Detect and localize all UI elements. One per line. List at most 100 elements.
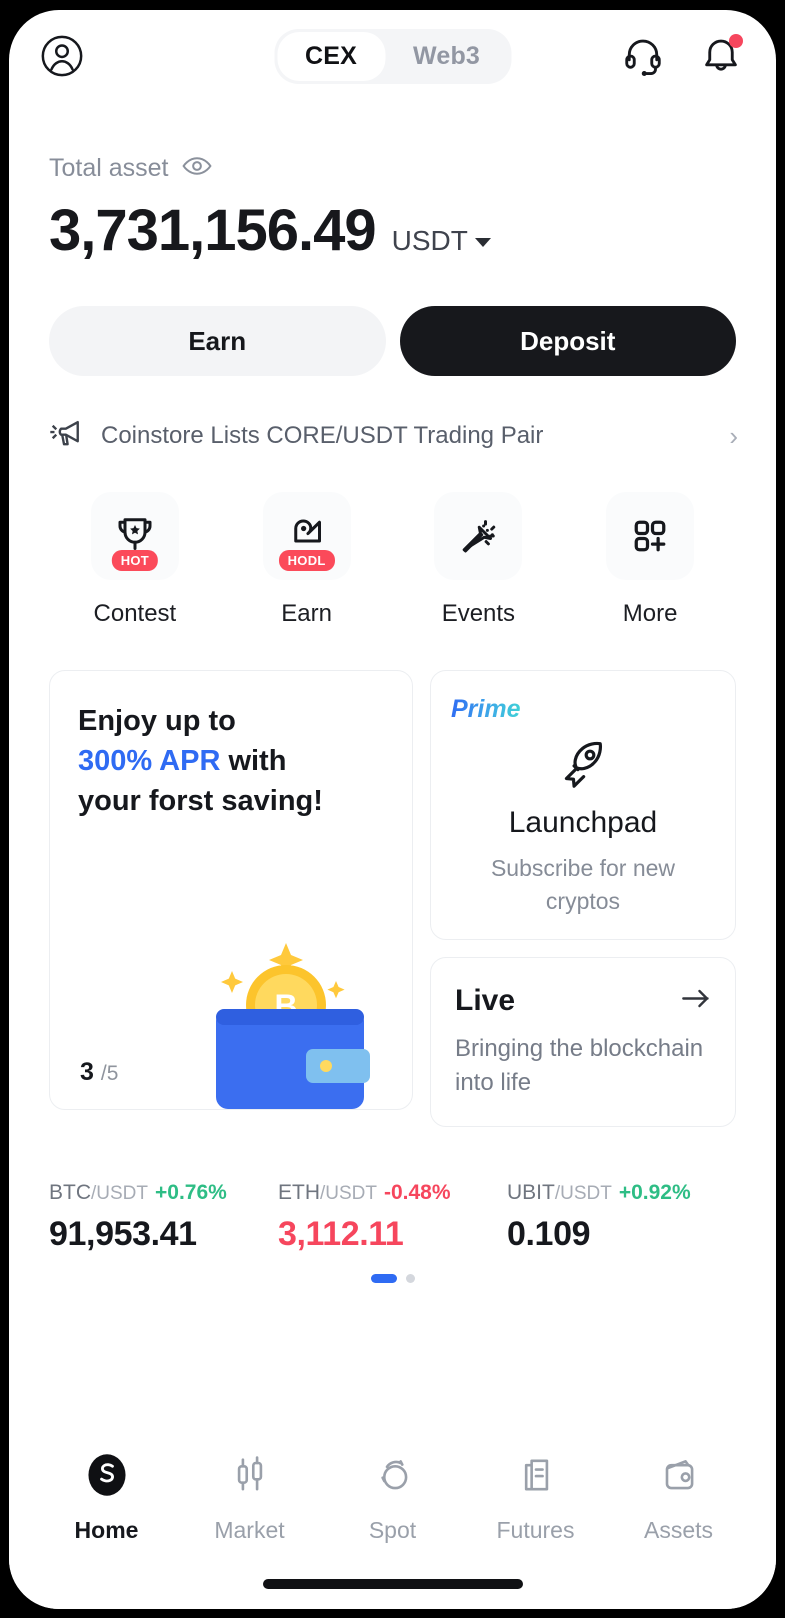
ticker-price: 91,953.41 [49, 1215, 197, 1254]
wallet-icon [657, 1451, 701, 1504]
nav-item-spot[interactable]: Spot [321, 1451, 464, 1544]
ticker-base: BTC [49, 1181, 91, 1205]
quick-action-contest[interactable]: HOT Contest [49, 492, 221, 628]
user-circle-icon[interactable] [39, 33, 85, 79]
announcement-text: Coinstore Lists CORE/USDT Trading Pair [101, 422, 544, 449]
ticker-change: -0.48% [384, 1181, 451, 1205]
launchpad-title: Launchpad [508, 806, 658, 839]
quick-action-contest-label: Contest [93, 600, 177, 627]
candlestick-icon [228, 1451, 272, 1504]
ticker-base: UBIT [507, 1181, 555, 1205]
ticker-price: 3,112.11 [278, 1215, 404, 1254]
ticker-item-eth[interactable]: ETH/USDT -0.48% 3,112.11 [278, 1181, 507, 1254]
eye-icon[interactable] [181, 156, 212, 181]
contest-tile[interactable]: HOT [90, 492, 179, 580]
launchpad-card[interactable]: Prime Launchpad Subscribe for new crypto… [430, 670, 736, 940]
ticker-header: ETH/USDT -0.48% [278, 1181, 507, 1205]
bell-icon[interactable] [700, 34, 743, 77]
total-asset-amount: 3,731,156.49 [49, 198, 377, 263]
bottom-navigation: Home Market Spot Futures Assets [9, 1429, 776, 1609]
ticker-change: +0.92% [618, 1181, 691, 1205]
futures-doc-icon [514, 1451, 558, 1504]
promo-line-2-tail: with [220, 745, 287, 778]
live-subtitle: Bringing the blockchain into life [455, 1035, 704, 1097]
promo-line-1: Enjoy up to [78, 705, 236, 737]
ticker-item-ubit[interactable]: UBIT/USDT +0.92% 0.109 [507, 1181, 736, 1254]
nav-label-home: Home [74, 1517, 139, 1543]
nav-label-spot: Spot [368, 1517, 417, 1543]
ticker-header: BTC/USDT +0.76% [49, 1181, 278, 1205]
quick-action-more[interactable]: More [564, 492, 736, 628]
events-tile[interactable] [434, 492, 523, 580]
currency-selector[interactable]: USDT [392, 225, 491, 257]
right-cards-column: Prime Launchpad Subscribe for new crypto… [430, 670, 736, 1128]
ticker-change: +0.76% [155, 1181, 227, 1205]
pagination-dot-active[interactable] [370, 1274, 397, 1284]
cex-web3-toggle[interactable]: CEX Web3 [273, 28, 512, 84]
pagination-dot[interactable] [405, 1274, 415, 1284]
feature-cards: Enjoy up to 300% APR with your forst sav… [9, 628, 776, 1128]
promo-page-current: 3 [80, 1058, 94, 1086]
top-bar: CEX Web3 [9, 10, 776, 102]
more-tile[interactable] [606, 492, 695, 580]
contest-badge: HOT [111, 550, 159, 571]
earn-tile[interactable]: HODL [262, 492, 351, 580]
quick-action-earn[interactable]: HODL Earn [221, 492, 393, 628]
deposit-button[interactable]: Deposit [399, 306, 736, 376]
announcement-banner[interactable]: Coinstore Lists CORE/USDT Trading Pair › [9, 376, 776, 454]
coinstore-logo-icon [85, 1451, 129, 1504]
home-indicator [262, 1579, 523, 1589]
quick-action-events[interactable]: Events [393, 492, 565, 628]
spot-trade-icon [371, 1451, 415, 1504]
arrow-right-icon[interactable] [681, 987, 711, 1015]
total-asset-amount-row: 3,731,156.49 USDT [49, 197, 736, 264]
nav-label-market: Market [214, 1517, 285, 1543]
top-bar-actions [622, 34, 743, 77]
promo-pagination: 3 /5 [80, 1058, 118, 1087]
caret-down-icon [474, 238, 491, 248]
nav-label-futures: Futures [496, 1517, 575, 1543]
tab-web3[interactable]: Web3 [385, 32, 508, 81]
tab-cex[interactable]: CEX [276, 31, 385, 81]
live-card[interactable]: Live Bringing the blockchain into life [430, 957, 736, 1128]
ticker-item-btc[interactable]: BTC/USDT +0.76% 91,953.41 [49, 1181, 278, 1254]
promo-title: Enjoy up to 300% APR with your forst sav… [78, 701, 384, 821]
launchpad-subtitle: Subscribe for new cryptos [490, 855, 676, 915]
promo-card[interactable]: Enjoy up to 300% APR with your forst sav… [49, 670, 413, 1110]
total-asset-label: Total asset [49, 154, 169, 182]
promo-page-total: /5 [100, 1062, 119, 1085]
wallet-bitcoin-illustration: B [174, 909, 404, 1109]
phone-frame: CEX Web3 Total asset 3,731,156.49 USDT E… [0, 0, 785, 1618]
ticker-price: 0.109 [507, 1215, 591, 1254]
ticker-list: BTC/USDT +0.76% 91,953.41 ETH/USDT -0.48% … [9, 1127, 776, 1254]
chevron-right-icon[interactable]: › [729, 421, 738, 452]
headset-icon[interactable] [622, 35, 664, 77]
quick-action-events-label: Events [441, 600, 516, 627]
promo-accent: 300% APR [78, 745, 221, 778]
primary-actions: Earn Deposit [9, 264, 776, 376]
nav-label-assets: Assets [643, 1517, 714, 1543]
earn-button[interactable]: Earn [49, 306, 386, 376]
grid-plus-icon [634, 520, 666, 552]
total-asset-section: Total asset 3,731,156.49 USDT [9, 102, 776, 264]
app-screen: CEX Web3 Total asset 3,731,156.49 USDT E… [9, 10, 776, 1609]
quick-action-more-label: More [622, 600, 678, 627]
nav-item-home[interactable]: Home [35, 1451, 178, 1544]
nav-item-market[interactable]: Market [178, 1451, 321, 1544]
party-popper-icon [463, 520, 496, 553]
prime-tag: Prime [451, 695, 521, 723]
ticker-quote: /USDT [554, 1183, 612, 1205]
ticker-pagination-dots [9, 1274, 776, 1284]
ticker-header: UBIT/USDT +0.92% [507, 1181, 736, 1205]
nav-item-futures[interactable]: Futures [464, 1451, 607, 1544]
ticker-quote: /USDT [320, 1183, 377, 1205]
quick-action-earn-label: Earn [281, 600, 332, 627]
total-asset-label-row: Total asset [49, 154, 736, 183]
live-card-header: Live [455, 984, 711, 1018]
ticker-base: ETH [278, 1181, 320, 1205]
nav-item-assets[interactable]: Assets [607, 1451, 750, 1544]
currency-label: USDT [391, 225, 468, 256]
promo-line-3: your forst saving! [78, 785, 323, 818]
earn-badge: HODL [278, 550, 335, 571]
megaphone-icon [49, 418, 85, 454]
